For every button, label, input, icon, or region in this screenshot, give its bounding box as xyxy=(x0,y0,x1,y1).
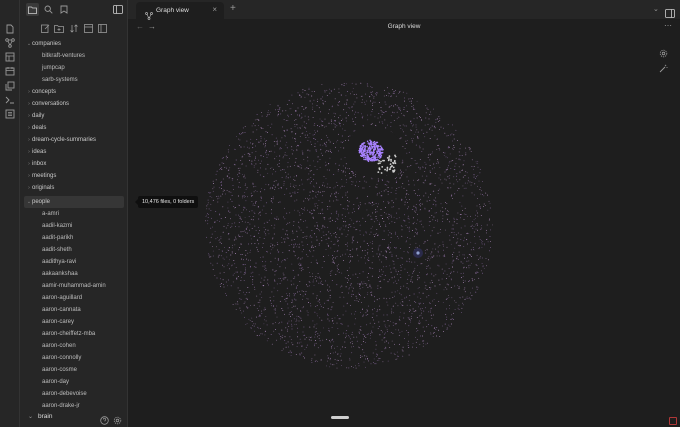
chevron-down-icon[interactable]: ⌄ xyxy=(653,5,659,13)
file-item[interactable]: aadil-kazmi xyxy=(24,220,124,232)
expand-all-icon[interactable] xyxy=(97,23,107,33)
close-icon[interactable]: × xyxy=(212,5,217,14)
file-item[interactable]: aadit-sheth xyxy=(24,244,124,256)
folder-item-ideas[interactable]: › ideas xyxy=(24,146,124,158)
folder-item-dream-cycle-summaries[interactable]: › dream-cycle-summaries xyxy=(24,134,124,146)
folder-item-conversations[interactable]: › conversations xyxy=(24,98,124,110)
folder-item-companies[interactable]: ⌄ companies xyxy=(24,38,124,50)
collapse-all-icon[interactable] xyxy=(83,23,93,33)
folder-item-daily[interactable]: › daily xyxy=(24,110,124,122)
sort-icon[interactable] xyxy=(69,23,79,33)
scroll-handle[interactable] xyxy=(331,416,349,419)
folder-item-meetings[interactable]: › meetings xyxy=(24,170,124,182)
folder-icon[interactable] xyxy=(26,3,39,16)
vault-name[interactable]: brain xyxy=(38,413,52,420)
new-note-icon[interactable] xyxy=(40,23,50,33)
folder-item-deals[interactable]: › deals xyxy=(24,122,124,134)
file-item[interactable]: aaron-cosme xyxy=(24,364,124,376)
view-title: Graph view xyxy=(387,23,421,30)
folder-item-originals[interactable]: › originals xyxy=(24,182,124,194)
chevron-up-down-icon[interactable]: ⌄ xyxy=(28,413,33,420)
file-item[interactable]: aaron-connolly xyxy=(24,352,124,364)
file-tree: ⌄ companies bitkraft-ventures jumpcap sar… xyxy=(20,38,128,408)
graph-icon xyxy=(145,7,153,20)
calendar-icon[interactable] xyxy=(4,65,16,77)
file-item[interactable]: aaron-cheiffetz-mba xyxy=(24,328,124,340)
file-explorer-actions xyxy=(20,22,128,36)
copy-icon[interactable] xyxy=(4,80,16,92)
file-item[interactable]: a-amri xyxy=(24,208,124,220)
help-icon[interactable] xyxy=(100,412,109,427)
canvas-icon[interactable] xyxy=(4,51,16,63)
file-item[interactable]: aaron-debevoise xyxy=(24,388,124,400)
file-item[interactable]: aaron-day xyxy=(24,376,124,388)
files-icon[interactable] xyxy=(4,23,16,35)
view-header: ← → Graph view ⋯ xyxy=(128,19,680,35)
graph-tooltip: 10,476 files, 0 folders xyxy=(134,196,199,208)
file-item[interactable]: aaron-drake-jr xyxy=(24,400,124,408)
graph-svg[interactable] xyxy=(128,35,680,427)
status-icon[interactable] xyxy=(669,417,677,425)
folder-item-inbox[interactable]: › inbox xyxy=(24,158,124,170)
graph-canvas[interactable] xyxy=(128,35,680,427)
folder-item-concepts[interactable]: › concepts xyxy=(24,86,124,98)
bookmark-icon[interactable] xyxy=(58,4,69,15)
new-folder-icon[interactable] xyxy=(54,23,64,33)
magic-wand-icon[interactable] xyxy=(659,60,668,78)
new-tab-icon[interactable]: + xyxy=(230,3,236,14)
vault-switcher: ⌄ brain xyxy=(20,408,128,427)
graph-secondary-node-core xyxy=(416,251,420,255)
file-item[interactable]: aakaankshaa xyxy=(24,268,124,280)
file-item[interactable]: jumpcap xyxy=(24,62,124,74)
tab-bar: Graph view × + ⌄ xyxy=(128,0,680,20)
file-item[interactable]: aaron-cohen xyxy=(24,340,124,352)
graph-nodes xyxy=(205,82,493,369)
tab-graph-view[interactable]: Graph view × xyxy=(136,2,224,20)
folder-item-people[interactable]: ⌄ people xyxy=(24,196,124,208)
file-item[interactable]: aaron-cannata xyxy=(24,304,124,316)
settings-icon[interactable] xyxy=(113,412,122,427)
more-options-icon[interactable]: ⋯ xyxy=(664,21,672,30)
file-explorer-sidebar: ⌄ companies bitkraft-ventures jumpcap sar… xyxy=(20,0,128,427)
sidebar-header xyxy=(20,0,128,18)
file-item[interactable]: aaron-aguillard xyxy=(24,292,124,304)
left-ribbon xyxy=(0,0,20,427)
search-icon[interactable] xyxy=(43,4,54,15)
graph-icon[interactable] xyxy=(4,37,16,49)
file-item[interactable]: aamir-muhammad-amin xyxy=(24,280,124,292)
file-item[interactable]: aadithya-ravi xyxy=(24,256,124,268)
file-item[interactable]: aaron-carey xyxy=(24,316,124,328)
sidebar-toggle-icon[interactable] xyxy=(112,4,123,15)
file-item[interactable]: bitkraft-ventures xyxy=(24,50,124,62)
terminal-icon[interactable] xyxy=(4,94,16,106)
file-item[interactable]: aadit-parikh xyxy=(24,232,124,244)
file-item[interactable]: sarb-systems xyxy=(24,74,124,86)
list-icon[interactable] xyxy=(4,108,16,120)
